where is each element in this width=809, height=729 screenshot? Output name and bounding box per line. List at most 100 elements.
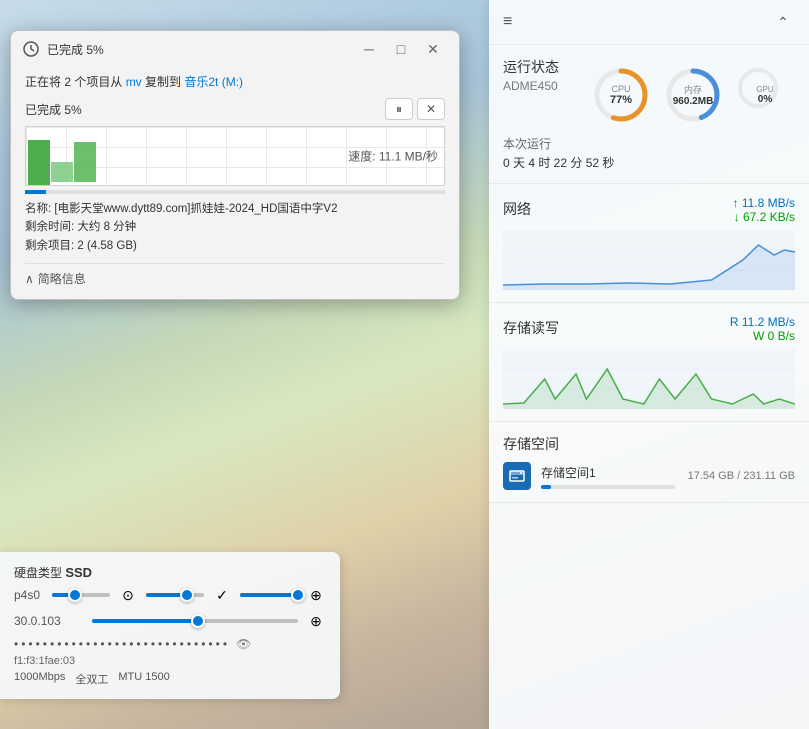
memory-value: 960.2MB xyxy=(673,96,714,107)
maximize-button[interactable]: □ xyxy=(387,39,415,59)
minimize-button[interactable]: ─ xyxy=(355,39,383,59)
cpu-gauge: CPU 77% xyxy=(591,65,651,125)
storage-chart xyxy=(503,349,795,409)
gpu-ring: GPU 0% xyxy=(735,65,795,125)
slider2-thumb[interactable] xyxy=(180,588,194,602)
time-remaining: 剩余时间: 大约 8 分钟 xyxy=(25,218,445,236)
storage-rw-section: 存储读写 R 11.2 MB/s W 0 B/s xyxy=(489,303,809,422)
upload-speed: ↑ 11.8 MB/s xyxy=(733,196,795,210)
slider2[interactable] xyxy=(146,593,204,597)
clock-icon xyxy=(23,41,39,57)
download-speed: ↓ 67.2 KB/s xyxy=(733,210,795,224)
speed-info: 1000Mbps xyxy=(14,671,65,687)
slider4-thumb[interactable] xyxy=(191,614,205,628)
slider3-thumb[interactable] xyxy=(291,588,305,602)
network-chart xyxy=(503,230,795,290)
chevron-down-icon: ∧ xyxy=(25,272,34,286)
cpu-label: CPU xyxy=(610,84,632,94)
duplex-info: 全双工 xyxy=(75,671,108,687)
network-title: 网络 xyxy=(503,199,531,219)
progress-fill xyxy=(25,190,46,194)
storage-space-section: 存储空间 存储空间1 17.54 GB / 231.11 GB xyxy=(489,422,809,503)
storage-bar-fill xyxy=(541,485,551,489)
progress-percent-label: 已完成 5% xyxy=(25,101,82,118)
mac-address: f1:f3:1fae:03 xyxy=(14,655,326,667)
eye-icon[interactable]: 👁 xyxy=(236,637,254,651)
right-panel: ≡ ⌃ 运行状态 ADME450 CPU xyxy=(489,0,809,729)
network-section: 网络 ↑ 11.8 MB/s ↓ 67.2 KB/s xyxy=(489,184,809,303)
panel-header: ≡ ⌃ xyxy=(489,0,809,45)
network-speeds: ↑ 11.8 MB/s ↓ 67.2 KB/s xyxy=(733,196,795,224)
ip-row: 30.0.103 ⊕ xyxy=(14,611,326,631)
close-button[interactable]: ✕ xyxy=(419,39,447,59)
run-info: 本次运行 0 天 4 时 22 分 52 秒 xyxy=(503,135,795,171)
cpu-ring: CPU 77% xyxy=(591,65,651,125)
progress-track xyxy=(25,190,445,194)
cpu-value: 77% xyxy=(610,94,632,106)
run-time-label: 本次运行 xyxy=(503,135,795,152)
copy-subtitle: 正在将 2 个项目从 mv 复制到 音乐2t (M:) xyxy=(25,73,445,90)
progress-header: 已完成 5% ⏸ ✕ xyxy=(25,98,445,120)
password-row: •••••••••••••••••••••••••••••• 👁 xyxy=(14,637,326,651)
read-speed: R 11.2 MB/s xyxy=(730,315,795,329)
storage-item: 存储空间1 17.54 GB / 231.11 GB xyxy=(503,462,795,490)
gauges-row: CPU 77% 内存 960.2MB xyxy=(591,65,795,125)
wifi-icon: ⊙ xyxy=(118,585,138,605)
memory-gauge: 内存 960.2MB xyxy=(663,65,723,125)
gpu-center: GPU 0% xyxy=(756,85,773,105)
runtime-section: 运行状态 ADME450 CPU 77% xyxy=(489,45,809,184)
storage-rw-title: 存储读写 xyxy=(503,318,559,338)
source-link[interactable]: mv xyxy=(126,75,142,89)
net-info-row: 1000Mbps 全双工 MTU 1500 xyxy=(14,671,326,687)
pause-button[interactable]: ⏸ xyxy=(385,98,413,120)
dialog-controls: ─ □ ✕ xyxy=(355,39,447,59)
storage-rw-speeds: R 11.2 MB/s W 0 B/s xyxy=(730,315,795,343)
cpu-center: CPU 77% xyxy=(610,84,632,106)
disk-type-row: 硬盘类型 SSD xyxy=(14,564,326,581)
progress-chart: 速度: 11.1 MB/秒 xyxy=(25,126,445,186)
slider1-thumb[interactable] xyxy=(68,588,82,602)
slider1[interactable] xyxy=(52,593,110,597)
globe-icon: ⊕ xyxy=(306,585,326,605)
ip-address: 30.0.103 xyxy=(14,614,84,628)
storage-name: 存储空间1 xyxy=(541,464,675,481)
file-copy-dialog: 已完成 5% ─ □ ✕ 正在将 2 个项目从 mv 复制到 音乐2t (M:)… xyxy=(10,30,460,300)
storage-space-title: 存储空间 xyxy=(503,434,795,454)
globe2-icon: ⊕ xyxy=(306,611,326,631)
dialog-body: 正在将 2 个项目从 mv 复制到 音乐2t (M:) 已完成 5% ⏸ ✕ xyxy=(11,65,459,299)
file-name: 名称: [电影天堂www.dytt89.com]抓娃娃-2024_HD国语中字V… xyxy=(25,200,445,218)
mtu-info: MTU 1500 xyxy=(118,671,169,687)
gpu-gauge: GPU 0% xyxy=(735,65,795,125)
items-remaining: 剩余项目: 2 (4.58 GB) xyxy=(25,237,445,255)
storage-bar-bg xyxy=(541,485,675,489)
progress-container: 速度: 11.1 MB/秒 xyxy=(25,126,445,194)
storage-info: 存储空间1 xyxy=(541,464,675,489)
storage-icon xyxy=(503,462,531,490)
slider3[interactable] xyxy=(240,593,298,597)
disk-type-value: SSD xyxy=(65,565,92,580)
dest-link[interactable]: 音乐2t (M:) xyxy=(184,75,243,89)
panel-header-icons: ⌃ xyxy=(771,10,795,34)
summary-label: 简略信息 xyxy=(38,270,86,287)
memory-label: 内存 xyxy=(673,83,714,96)
gpu-value: 0% xyxy=(756,94,773,105)
run-time-value: 0 天 4 时 22 分 52 秒 xyxy=(503,154,795,171)
speed-label: 速度: 11.1 MB/秒 xyxy=(348,148,438,165)
memory-center: 内存 960.2MB xyxy=(673,83,714,107)
memory-ring: 内存 960.2MB xyxy=(663,65,723,125)
dialog-titlebar: 已完成 5% ─ □ ✕ xyxy=(11,31,459,65)
cancel-copy-button[interactable]: ✕ xyxy=(417,98,445,120)
menu-icon[interactable]: ≡ xyxy=(503,13,512,31)
expand-icon[interactable]: ⌃ xyxy=(771,10,795,34)
checkmark-icon: ✓ xyxy=(212,585,232,605)
dialog-title: 已完成 5% xyxy=(47,41,355,58)
slider4[interactable] xyxy=(92,619,298,623)
storage-size: 17.54 GB / 231.11 GB xyxy=(685,470,795,482)
adapter-name: p4s0 xyxy=(14,588,44,602)
summary-toggle[interactable]: ∧ 简略信息 xyxy=(25,263,445,287)
network-settings-panel: 硬盘类型 SSD p4s0 ⊙ ✓ ⊕ 30.0.103 ⊕ •••••••••… xyxy=(0,552,340,699)
write-speed: W 0 B/s xyxy=(730,329,795,343)
gpu-label: GPU xyxy=(756,85,773,94)
file-info: 名称: [电影天堂www.dytt89.com]抓娃娃-2024_HD国语中字V… xyxy=(25,200,445,255)
device-name: ADME450 xyxy=(503,79,559,93)
